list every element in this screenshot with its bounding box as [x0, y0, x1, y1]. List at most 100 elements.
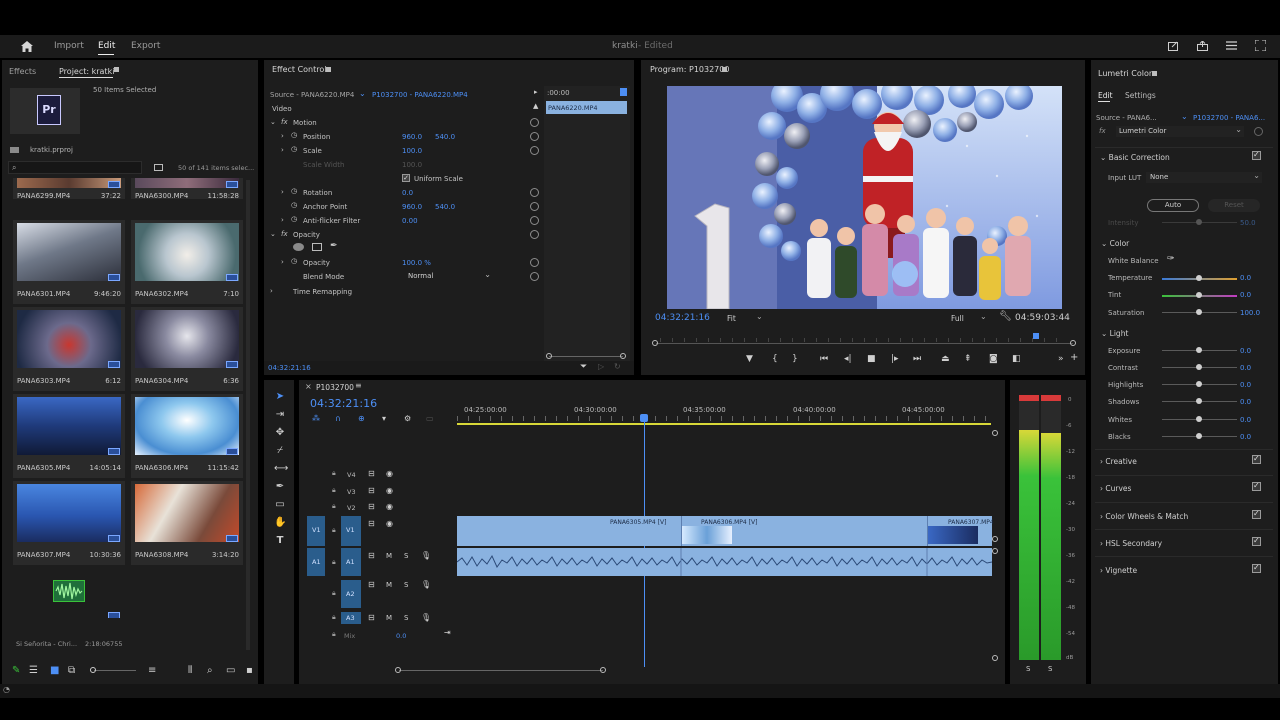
- stopwatch-icon[interactable]: ◷: [291, 145, 297, 153]
- vignette-section[interactable]: › Vignette: [1100, 566, 1137, 575]
- scale-value[interactable]: 100.0: [402, 147, 422, 155]
- opacity-disclosure[interactable]: ›: [281, 258, 284, 266]
- solo-right-button[interactable]: S: [1048, 665, 1052, 673]
- work-area-bar[interactable]: [457, 423, 991, 425]
- lumetri-tab-edit[interactable]: Edit: [1098, 91, 1113, 100]
- reset-blend-icon[interactable]: [530, 272, 539, 281]
- lumetri-reset-icon[interactable]: [1254, 127, 1263, 136]
- exposure-value[interactable]: 0.0: [1240, 347, 1251, 355]
- reset-opacity-icon[interactable]: [530, 258, 539, 267]
- add-marker-icon[interactable]: ▾: [382, 414, 386, 424]
- shadows-value[interactable]: 0.0: [1240, 398, 1251, 406]
- uniform-scale-checkbox[interactable]: ✓: [402, 174, 410, 182]
- lumetri-tab-settings[interactable]: Settings: [1125, 91, 1156, 100]
- scrub-right-handle[interactable]: [1070, 340, 1076, 346]
- media-item[interactable]: PANA6302.MP4 7:10: [131, 220, 243, 304]
- timeline-ruler[interactable]: 04:25:00:00 04:30:00:00 04:35:00:00 04:4…: [457, 402, 993, 426]
- lift-icon[interactable]: ⏏: [941, 354, 950, 364]
- reset-opacity-section-icon[interactable]: [530, 230, 539, 239]
- program-video-frame[interactable]: [667, 86, 1062, 309]
- curves-toggle[interactable]: [1252, 481, 1261, 491]
- razor-tool-icon[interactable]: ⌿: [274, 445, 286, 457]
- lock-icon[interactable]: 🔒︎: [332, 613, 336, 622]
- zoom-slider[interactable]: [94, 670, 136, 671]
- video-clip[interactable]: PANA6307.MP4: [927, 516, 994, 546]
- collapse-up-icon[interactable]: ▲: [533, 102, 538, 110]
- search-input[interactable]: [8, 161, 142, 174]
- panel-menu-icon[interactable]: [326, 67, 331, 72]
- project-scrollbar[interactable]: [246, 180, 250, 650]
- media-item[interactable]: PANA6307.MP4 10:30:36: [13, 481, 125, 565]
- sort-icon[interactable]: ≡: [148, 666, 156, 676]
- step-forward-icon[interactable]: |▸: [891, 354, 899, 364]
- hsl-secondary-section[interactable]: › HSL Secondary: [1100, 539, 1162, 548]
- timeline-hscroll-right[interactable]: [600, 667, 606, 673]
- reset-anchor-icon[interactable]: [530, 202, 539, 211]
- timeline-vscroll-bottom[interactable]: [992, 655, 998, 661]
- light-subsection[interactable]: ⌄ Light: [1101, 329, 1128, 338]
- shadows-slider[interactable]: [1162, 398, 1237, 404]
- step-back-icon[interactable]: ◂|: [844, 354, 852, 364]
- vignette-toggle[interactable]: [1252, 563, 1261, 573]
- tab-export[interactable]: Export: [131, 41, 160, 51]
- tab-menu-icon[interactable]: [114, 67, 119, 72]
- stopwatch-icon[interactable]: ◷: [291, 215, 297, 223]
- lock-icon[interactable]: 🔒︎: [332, 558, 336, 567]
- ec-zoom-right-handle[interactable]: [620, 353, 626, 359]
- ec-play-icon[interactable]: ▷: [598, 362, 604, 371]
- lumetri-clip-dropdown[interactable]: P1032700 - PANA6...: [1193, 114, 1265, 122]
- go-to-out-icon[interactable]: ⏭: [913, 354, 921, 364]
- new-item-icon[interactable]: ▪: [246, 666, 253, 676]
- effect-controls-title[interactable]: Effect Controls: [272, 65, 331, 74]
- play-only-audio-icon[interactable]: ▸: [534, 88, 538, 96]
- media-item-audio[interactable]: [13, 568, 125, 618]
- sync-lock-icon[interactable]: ⊟: [368, 486, 375, 495]
- camera-icon[interactable]: ◙: [989, 354, 998, 364]
- lock-icon[interactable]: 🔒︎: [332, 630, 336, 639]
- solo-icon[interactable]: S: [404, 614, 408, 622]
- position-disclosure[interactable]: ›: [281, 132, 284, 140]
- opacity-value[interactable]: 100.0 %: [402, 259, 431, 267]
- blacks-value[interactable]: 0.0: [1240, 433, 1251, 441]
- sync-lock-icon[interactable]: ⊟: [368, 469, 375, 478]
- contrast-slider[interactable]: [1162, 364, 1237, 370]
- mark-out-icon[interactable]: }: [792, 354, 798, 364]
- ec-playhead-marker[interactable]: [620, 88, 627, 96]
- sync-lock-icon[interactable]: ⊟: [368, 613, 375, 622]
- ellipse-mask-icon[interactable]: [293, 243, 304, 251]
- lumetri-title[interactable]: Lumetri Color: [1098, 69, 1152, 78]
- timeline-hscroll[interactable]: [399, 670, 603, 671]
- video-clip[interactable]: PANA6305.MP4 [V]: [457, 516, 681, 546]
- eye-icon[interactable]: ◉: [386, 486, 393, 495]
- solo-left-button[interactable]: S: [1026, 665, 1030, 673]
- media-item[interactable]: PANA6300.MP4 11:58:28: [131, 178, 243, 200]
- rotation-value[interactable]: 0.0: [402, 189, 413, 197]
- track-select-tool-icon[interactable]: ⇥: [274, 409, 286, 421]
- anchor-x-value[interactable]: 960.0: [402, 203, 422, 211]
- program-monitor-title[interactable]: Program: P1032700: [650, 65, 729, 74]
- ec-zoom-left-handle[interactable]: [546, 353, 552, 359]
- wrench-icon[interactable]: 🔧︎: [999, 311, 1012, 322]
- ripple-edit-tool-icon[interactable]: ✥: [274, 427, 286, 439]
- find-icon[interactable]: ⌕: [207, 666, 213, 676]
- tint-value[interactable]: 0.0: [1240, 291, 1251, 299]
- media-item[interactable]: PANA6299.MP4 37:22: [13, 178, 125, 200]
- highlights-value[interactable]: 0.0: [1240, 381, 1251, 389]
- sequence-tab[interactable]: P1032700: [316, 383, 354, 392]
- program-playhead[interactable]: [1033, 333, 1039, 339]
- hsl-secondary-toggle[interactable]: [1252, 536, 1261, 546]
- add-marker-icon[interactable]: ▼: [746, 354, 753, 364]
- selection-tool-icon[interactable]: ➤: [274, 391, 286, 403]
- panel-menu-icon[interactable]: [1152, 71, 1157, 76]
- fit-select[interactable]: Fit ⌄: [726, 312, 768, 324]
- timeline-hscroll-left[interactable]: [395, 667, 401, 673]
- slip-tool-icon[interactable]: ⟷: [274, 463, 288, 475]
- saturation-slider[interactable]: [1162, 309, 1237, 315]
- microphone-icon[interactable]: 🎙︎: [421, 613, 431, 622]
- stopwatch-icon[interactable]: ◷: [291, 257, 297, 265]
- stop-icon[interactable]: ■: [867, 354, 876, 364]
- media-item[interactable]: PANA6304.MP4 6:36: [131, 307, 243, 391]
- lock-icon[interactable]: 🔒︎: [332, 502, 336, 511]
- scrub-left-handle[interactable]: [652, 340, 658, 346]
- media-item[interactable]: PANA6303.MP4 6:12: [13, 307, 125, 391]
